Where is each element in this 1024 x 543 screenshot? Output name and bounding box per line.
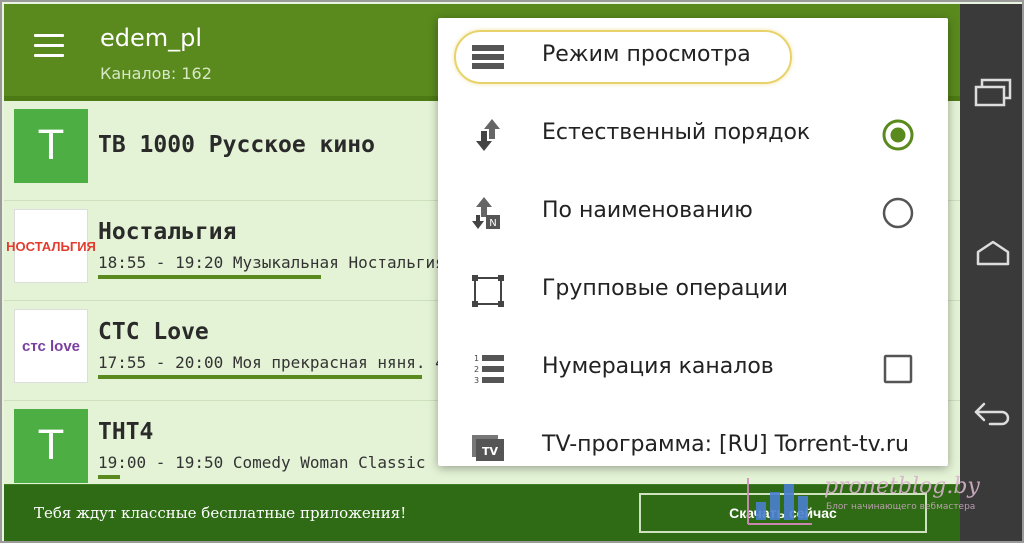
menu-item-label: Нумерация каналов (542, 354, 774, 379)
menu-item-sort-natural[interactable]: Естественный порядок (438, 96, 948, 174)
svg-text:N: N (489, 218, 496, 229)
ad-text: Тебя ждут классные бесплатные приложения… (34, 504, 407, 522)
system-nav-bar (960, 4, 1022, 541)
tv-icon: TV (472, 435, 504, 461)
channel-program: 17:55 - 20:00 Моя прекрасная няня. 48-я … (98, 353, 493, 372)
back-icon[interactable] (972, 400, 1012, 430)
watermark: pronetblog.by Блог начинающего вебмастер… (742, 468, 1002, 538)
program-progress (98, 275, 321, 279)
app-title: edem_pl (100, 24, 203, 52)
svg-text:3: 3 (474, 376, 479, 385)
channel-program: 19:00 - 19:50 Comedy Woman Classic (98, 453, 426, 472)
channel-name: ТВ 1000 Русское кино (98, 132, 375, 158)
checkbox-unchecked[interactable] (881, 352, 915, 386)
menu-item-channel-numbering[interactable]: 1 2 3 Нумерация каналов (438, 330, 948, 408)
channel-name: ТНТ4 (98, 419, 154, 445)
channel-count: Каналов: 162 (100, 64, 212, 83)
recent-apps-icon[interactable] (974, 78, 1012, 108)
menu-item-group-operations[interactable]: Групповые операции (438, 252, 948, 330)
watermark-text: pronetblog.by (824, 474, 980, 499)
radio-button-unchecked[interactable] (881, 196, 915, 230)
group-select-icon (472, 275, 504, 307)
svg-text:TV: TV (482, 445, 499, 458)
program-progress (98, 475, 120, 479)
view-mode-icon (472, 45, 504, 69)
screen: edem_pl Каналов: 162 T ТВ 1000 Русское к… (0, 0, 1024, 543)
menu-item-label: Групповые операции (542, 276, 788, 301)
sort-natural-icon (476, 119, 500, 151)
menu-item-label: TV-программа: [RU] Torrent-tv.ru (542, 432, 909, 457)
hamburger-menu-icon[interactable] (34, 34, 64, 58)
program-progress (98, 375, 422, 379)
svg-text:2: 2 (474, 365, 479, 374)
channel-name: Ностальгия (98, 219, 237, 245)
menu-item-label: Режим просмотра (542, 42, 751, 67)
sort-name-icon: N (472, 197, 500, 229)
channel-logo: T (14, 409, 88, 483)
channel-program: 18:55 - 19:20 Музыкальная Ностальгия (98, 253, 445, 272)
channel-logo: НОСТАЛЬГИЯ (6, 209, 96, 283)
channel-logo: стс love (14, 309, 88, 383)
channel-name: СТС Love (98, 319, 209, 345)
menu-item-view-mode[interactable]: Режим просмотра (438, 18, 948, 96)
radio-button-checked[interactable] (881, 118, 915, 152)
menu-item-label: Естественный порядок (542, 120, 811, 145)
numbered-list-icon: 1 2 3 (474, 354, 504, 385)
svg-text:1: 1 (474, 354, 479, 363)
watermark-subtext: Блог начинающего вебмастера (826, 502, 976, 512)
menu-item-label: По наименованию (542, 198, 753, 223)
channel-logo: T (14, 109, 88, 183)
overflow-menu: Режим просмотра Естественный порядок N П… (438, 18, 948, 466)
home-icon[interactable] (974, 238, 1012, 268)
menu-item-sort-name[interactable]: N По наименованию (438, 174, 948, 252)
watermark-logo-icon (747, 478, 812, 525)
